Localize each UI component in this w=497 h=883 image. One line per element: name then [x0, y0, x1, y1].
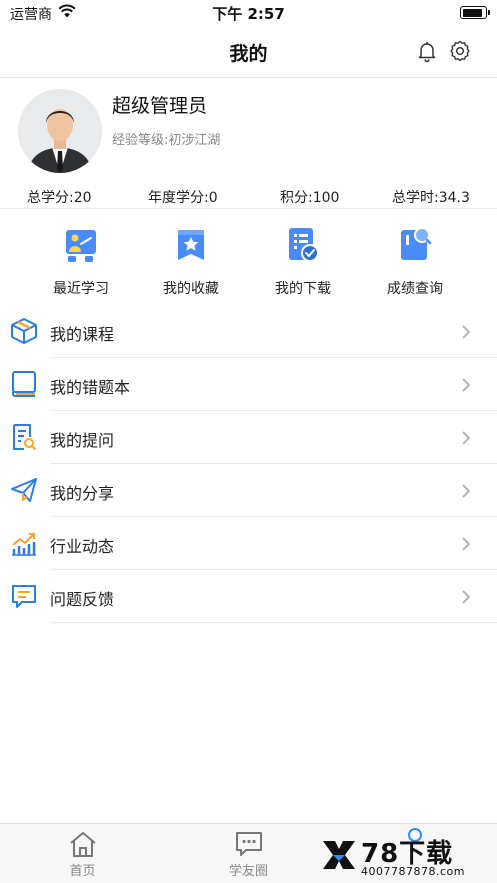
stat-total-hours: 总学时:34.3 [392, 190, 470, 206]
quick-favorites[interactable]: 我的收藏 [141, 224, 241, 298]
box-icon [11, 318, 37, 344]
chevron-right-icon [462, 378, 471, 392]
tab-friends[interactable]: 学友圈 [166, 824, 331, 883]
quick-actions: 最近学习 我的收藏 我的下载 成绩查询 [0, 210, 497, 306]
profile-header[interactable]: 超级管理员 经验等级:初涉江湖 [0, 79, 497, 181]
clock: 下午 2:57 [212, 5, 285, 23]
stat-points: 积分:100 [280, 190, 340, 206]
status-bar: 运营商 下午 2:57 [0, 0, 497, 26]
menu-label: 我的提问 [50, 431, 115, 450]
chat-icon [235, 832, 262, 856]
watermark-logo-icon [323, 841, 355, 869]
menu-label: 问题反馈 [50, 590, 115, 609]
tab-label: 首页 [69, 864, 96, 879]
home-icon [69, 832, 96, 857]
trend-chart-icon [12, 533, 36, 556]
menu-label: 我的课程 [50, 325, 115, 344]
chevron-right-icon [462, 325, 471, 339]
document-search-icon [13, 424, 36, 450]
star-bookmark-icon [178, 230, 204, 260]
menu-feedback[interactable]: 问题反馈 [0, 570, 497, 623]
menu-my-questions[interactable]: 我的提问 [0, 411, 497, 464]
avatar[interactable] [18, 89, 102, 173]
quick-score-query[interactable]: 成绩查询 [365, 224, 465, 298]
menu-wrong-questions[interactable]: 我的错题本 [0, 358, 497, 411]
quick-downloads[interactable]: 我的下载 [253, 224, 353, 298]
battery-level [462, 8, 482, 17]
paper-plane-icon [11, 478, 37, 502]
battery-icon [460, 6, 490, 19]
chevron-right-icon [462, 484, 471, 498]
tab-home[interactable]: 首页 [0, 824, 165, 883]
menu-list: 我的课程 我的错题本 我的提问 我的分享 行业动态 问题反馈 [0, 305, 497, 623]
menu-industry-news[interactable]: 行业动态 [0, 517, 497, 570]
avatar-person-icon [18, 89, 102, 173]
menu-label: 行业动态 [50, 537, 115, 556]
bell-icon[interactable] [415, 39, 439, 63]
watermark-url: 4007787878.com [361, 865, 465, 878]
quick-recent-study[interactable]: 最近学习 [31, 224, 131, 298]
nav-bar: 我的 [0, 26, 497, 78]
chevron-right-icon [462, 590, 471, 604]
menu-my-shares[interactable]: 我的分享 [0, 464, 497, 517]
stat-annual-credits: 年度学分:0 [148, 190, 218, 206]
menu-my-courses[interactable]: 我的课程 [0, 305, 497, 358]
chevron-right-icon [462, 431, 471, 445]
score-search-icon [401, 227, 432, 260]
stat-total-credits: 总学分:20 [27, 190, 92, 206]
chevron-right-icon [462, 537, 471, 551]
feedback-icon [12, 585, 36, 608]
teacher-board-icon [66, 230, 96, 262]
quick-label: 最近学习 [53, 281, 109, 297]
quick-label: 我的下载 [275, 281, 331, 297]
watermark: 78下载 4007787878.com [321, 833, 487, 879]
tab-label: 学友圈 [228, 864, 268, 879]
notebook-icon [12, 371, 36, 397]
quick-label: 成绩查询 [387, 281, 443, 297]
quick-label: 我的收藏 [163, 281, 219, 297]
menu-label: 我的错题本 [50, 378, 131, 397]
user-name: 超级管理员 [112, 95, 208, 117]
stats-bar: 总学分:20 年度学分:0 积分:100 总学时:34.3 [0, 182, 497, 209]
menu-label: 我的分享 [50, 484, 115, 503]
gear-icon[interactable] [448, 39, 472, 63]
download-check-icon [289, 228, 319, 262]
experience-level: 经验等级:初涉江湖 [112, 133, 221, 148]
